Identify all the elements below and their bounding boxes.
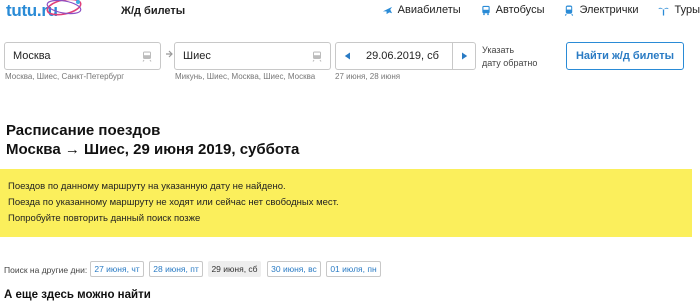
find-tickets-button[interactable]: Найти ж/д билеты [566, 42, 684, 70]
plane-icon [382, 6, 392, 14]
alert-line-3: Попробуйте повторить данный поиск позже [8, 213, 201, 224]
no-trains-alert: Поездов по данному маршруту на указанную… [0, 169, 692, 237]
triangle-right-icon [461, 52, 467, 60]
tutu-logo[interactable]: tutu.ru [6, 0, 82, 22]
next-date-button[interactable] [452, 42, 476, 70]
nav-avia[interactable]: Авиабилеты [382, 4, 461, 16]
date-hint[interactable]: 27 июня, 28 июня [335, 72, 400, 81]
nav-bus-label: Автобусы [495, 4, 545, 16]
return-date-link[interactable]: Указать дату обратно [482, 44, 537, 70]
to-field[interactable]: Шиес [174, 42, 331, 70]
arrow-right-icon [166, 50, 173, 58]
nav-commuter[interactable]: Электрички [564, 4, 638, 16]
date-chip-27[interactable]: 27 июня, чт [90, 261, 144, 277]
more-section-title: А еще здесь можно найти [4, 289, 151, 301]
date-value: 29.06.2019, сб [366, 50, 439, 62]
page-title-line2: Москва → Шиес, 29 июня 2019, суббота [6, 141, 300, 158]
to-value: Шиес [183, 50, 211, 62]
top-navigation: Авиабилеты Автобусы Электрички Туры [362, 4, 700, 16]
palm-tree-icon [658, 7, 670, 16]
bus-icon [481, 5, 490, 15]
nav-bus[interactable]: Автобусы [481, 4, 545, 16]
return-label-line2: дату обратно [482, 58, 538, 68]
from-hint[interactable]: Москва, Шиес, Санкт-Петербург [5, 72, 124, 81]
train-icon [312, 51, 322, 62]
date-chip-30[interactable]: 30 июня, вс [267, 261, 321, 277]
date-field[interactable]: 29.06.2019, сб [358, 42, 452, 70]
section-title: Ж/д билеты [121, 5, 186, 17]
prev-date-button[interactable] [335, 42, 359, 70]
nav-tours[interactable]: Туры [658, 4, 700, 16]
date-chip-01[interactable]: 01 июля, пн [326, 261, 381, 277]
nav-tours-label: Туры [674, 4, 700, 16]
from-field[interactable]: Москва [4, 42, 161, 70]
from-value: Москва [13, 50, 51, 62]
nav-commuter-label: Электрички [579, 4, 639, 16]
alert-line-2: Поезда по указанному маршруту не ходят и… [8, 197, 339, 208]
date-chip-29-current: 29 июня, сб [208, 261, 261, 277]
to-hint[interactable]: Микунь, Шиес, Москва, Шиес, Москва [175, 72, 315, 81]
logo-orbit-icon [46, 0, 82, 16]
page-title-line1: Расписание поездов [6, 122, 161, 139]
other-dates-label: Поиск на другие дни: [4, 265, 88, 275]
alert-line-1: Поездов по данному маршруту на указанную… [8, 181, 286, 192]
date-chip-28[interactable]: 28 июня, пт [149, 261, 203, 277]
commuter-train-icon [565, 4, 574, 16]
train-icon [142, 51, 152, 62]
nav-avia-label: Авиабилеты [397, 4, 461, 16]
page-title: Расписание поездов Москва → Шиес, 29 июн… [6, 121, 299, 159]
return-label-line1: Указать [482, 45, 515, 55]
triangle-left-icon [344, 52, 350, 60]
